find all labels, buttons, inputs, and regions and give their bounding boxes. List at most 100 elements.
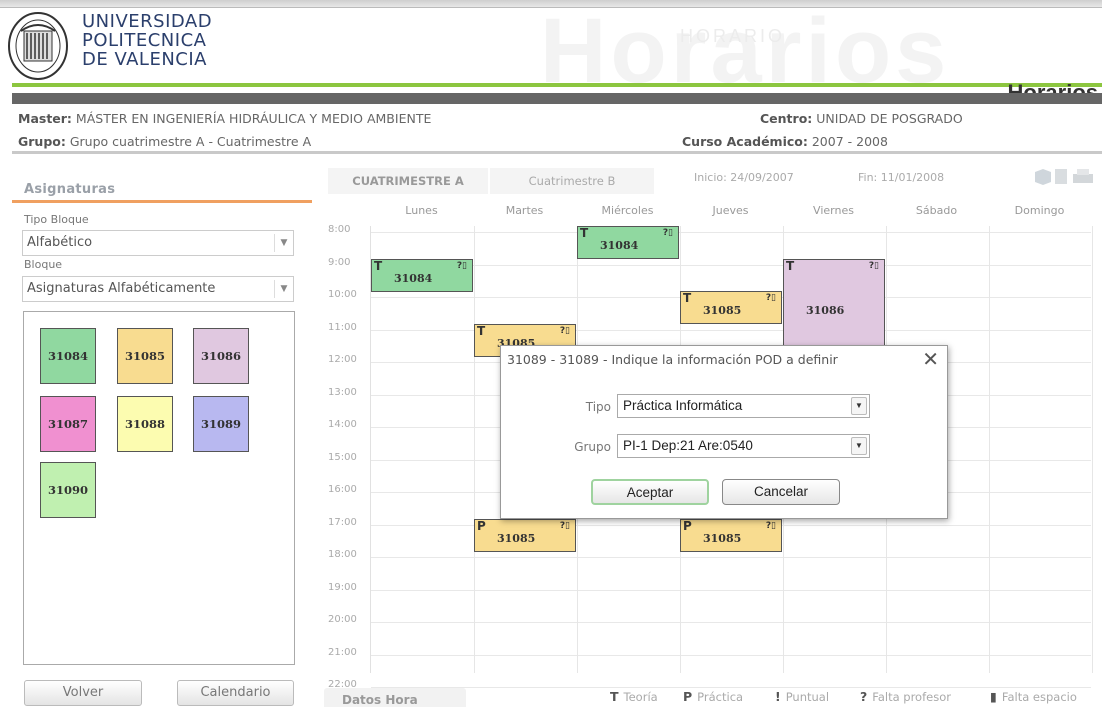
schedule-event[interactable]: P 31085 ?▯ [474,519,576,552]
legend-label: Falta espacio [1001,690,1077,704]
print-icon[interactable] [1073,169,1093,183]
hour-label: 14:00 [328,419,357,430]
event-type: T [374,259,383,273]
centro-value: UNIDAD DE POSGRADO [816,111,963,126]
hour-gridline [371,687,1091,688]
university-name: UNIVERSIDAD POLITECNICA DE VALENCIA [82,12,212,69]
dialog-title: 31089 - 31089 - Indique la información P… [507,352,838,367]
event-code: 31084 [394,272,433,285]
curso-info: Curso Académico: 2007 - 2008 [682,134,888,149]
curso-value: 2007 - 2008 [811,134,888,149]
tipo-label: Tipo [585,400,611,414]
chevron-down-icon[interactable]: ▼ [851,437,867,455]
centro-label: Centro: [760,111,813,126]
tipo-value: Práctica Informática [623,398,743,413]
subject-chip-31090[interactable]: 31090 [40,462,96,518]
event-type: T [477,324,486,338]
cancel-button[interactable]: Cancelar [722,479,840,505]
hour-label: 16:00 [328,484,357,495]
subject-chip-31085[interactable]: 31085 [117,328,173,384]
header-dark-bar [12,93,1102,104]
university-seal-icon [7,11,69,81]
legend-label: Puntual [785,690,830,704]
event-warning-icon: ?▯ [456,261,467,271]
event-type: P [683,519,692,533]
event-code: 31085 [703,532,742,545]
toolbar-icons [1033,166,1102,186]
event-type: P [477,519,486,533]
day-gridline [1092,226,1093,673]
hour-gridline [371,590,1091,591]
event-warning-icon: ?▯ [765,293,776,303]
schedule-event[interactable]: T 31084 ?▯ [371,259,473,292]
volver-button[interactable]: Volver [24,680,142,706]
day-gridline [474,226,475,673]
day-header: Martes [505,204,544,217]
header-watermark-small: HORARIO [680,26,786,46]
bloque-label: Bloque [24,258,63,271]
subject-chip-31088[interactable]: 31088 [117,396,173,452]
grupo-select[interactable]: PI-1 Dep:21 Are:0540 ▼ [617,434,870,458]
grupo-info: Grupo: Grupo cuatrimestre A - Cuatrimest… [18,134,311,149]
subject-chip-31086[interactable]: 31086 [193,328,249,384]
hour-gridline [371,265,1091,266]
schedule-event[interactable]: P 31085 ?▯ [680,519,782,552]
legend-label: Práctica [697,690,744,704]
legend-item: ! Puntual [775,689,829,704]
tab-datos-hora[interactable]: Datos Hora [324,688,466,707]
tipo-bloque-label: Tipo Bloque [24,213,89,226]
chevron-down-icon[interactable]: ▼ [851,397,867,415]
hour-label: 15:00 [328,452,357,463]
bloque-value: Asignaturas Alfabéticamente [27,281,216,296]
subject-chip-31087[interactable]: 31087 [40,396,96,452]
event-warning-icon: ?▯ [765,521,776,531]
hour-label: 20:00 [328,614,357,625]
university-line-3: DE VALENCIA [82,49,207,70]
tipo-select[interactable]: Práctica Informática ▼ [617,394,870,418]
inicio-date: Inicio: 24/09/2007 [694,171,794,184]
datos-hora-label: Datos Hora [342,693,418,707]
tab-cuatrimestre-a[interactable]: CUATRIMESTRE A [328,168,488,194]
legend-item: ? Falta profesor [860,689,951,704]
day-header: Sábado [915,204,958,217]
event-type: T [786,259,795,273]
pod-dialog: 31089 - 31089 - Indique la información P… [500,345,948,519]
subject-chip-31084[interactable]: 31084 [40,328,96,384]
schedule-event[interactable]: T 31084 ?▯ [577,226,679,259]
day-header: Miércoles [601,204,654,217]
asignaturas-title: Asignaturas [24,182,116,197]
day-header: Lunes [405,204,438,217]
university-line-1: UNIVERSIDAD [82,11,213,32]
tipo-bloque-select[interactable]: Alfabético ▼ [22,230,294,256]
hour-label: 12:00 [328,354,357,365]
tab-cuatrimestre-b[interactable]: Cuatrimestre B [490,168,654,194]
event-warning-icon: ?▯ [662,228,673,238]
export-icon[interactable] [1035,169,1051,185]
chevron-down-icon[interactable]: ▼ [274,280,293,298]
legend-item: P Práctica [683,689,743,704]
day-header: Domingo [1014,204,1065,217]
calendario-button[interactable]: Calendario [177,680,294,706]
hour-gridline [371,655,1091,656]
hour-label: 21:00 [328,647,357,658]
legend-item: ▮ Falta espacio [990,689,1077,704]
document-icon[interactable] [1055,169,1067,184]
grupo-label: Grupo: [18,134,66,149]
legend-symbol: ▮ [990,689,997,704]
close-icon[interactable]: ✕ [922,347,939,371]
hour-label: 8:00 [328,224,351,235]
grupo-dialog-value: PI-1 Dep:21 Are:0540 [623,438,753,453]
subject-chip-31089[interactable]: 31089 [193,396,249,452]
hour-label: 19:00 [328,582,357,593]
accept-button[interactable]: Aceptar [591,479,709,505]
info-separator [12,151,1102,154]
chevron-down-icon[interactable]: ▼ [274,234,293,252]
legend-symbol: P [683,689,693,704]
event-code: 31085 [703,304,742,317]
hour-gridline [371,557,1091,558]
legend-symbol: ? [860,689,868,704]
grupo-value: Grupo cuatrimestre A - Cuatrimestre A [69,134,312,149]
bloque-select[interactable]: Asignaturas Alfabéticamente ▼ [22,276,294,302]
day-header: Viernes [813,204,854,217]
schedule-event[interactable]: T 31085 ?▯ [680,291,782,324]
